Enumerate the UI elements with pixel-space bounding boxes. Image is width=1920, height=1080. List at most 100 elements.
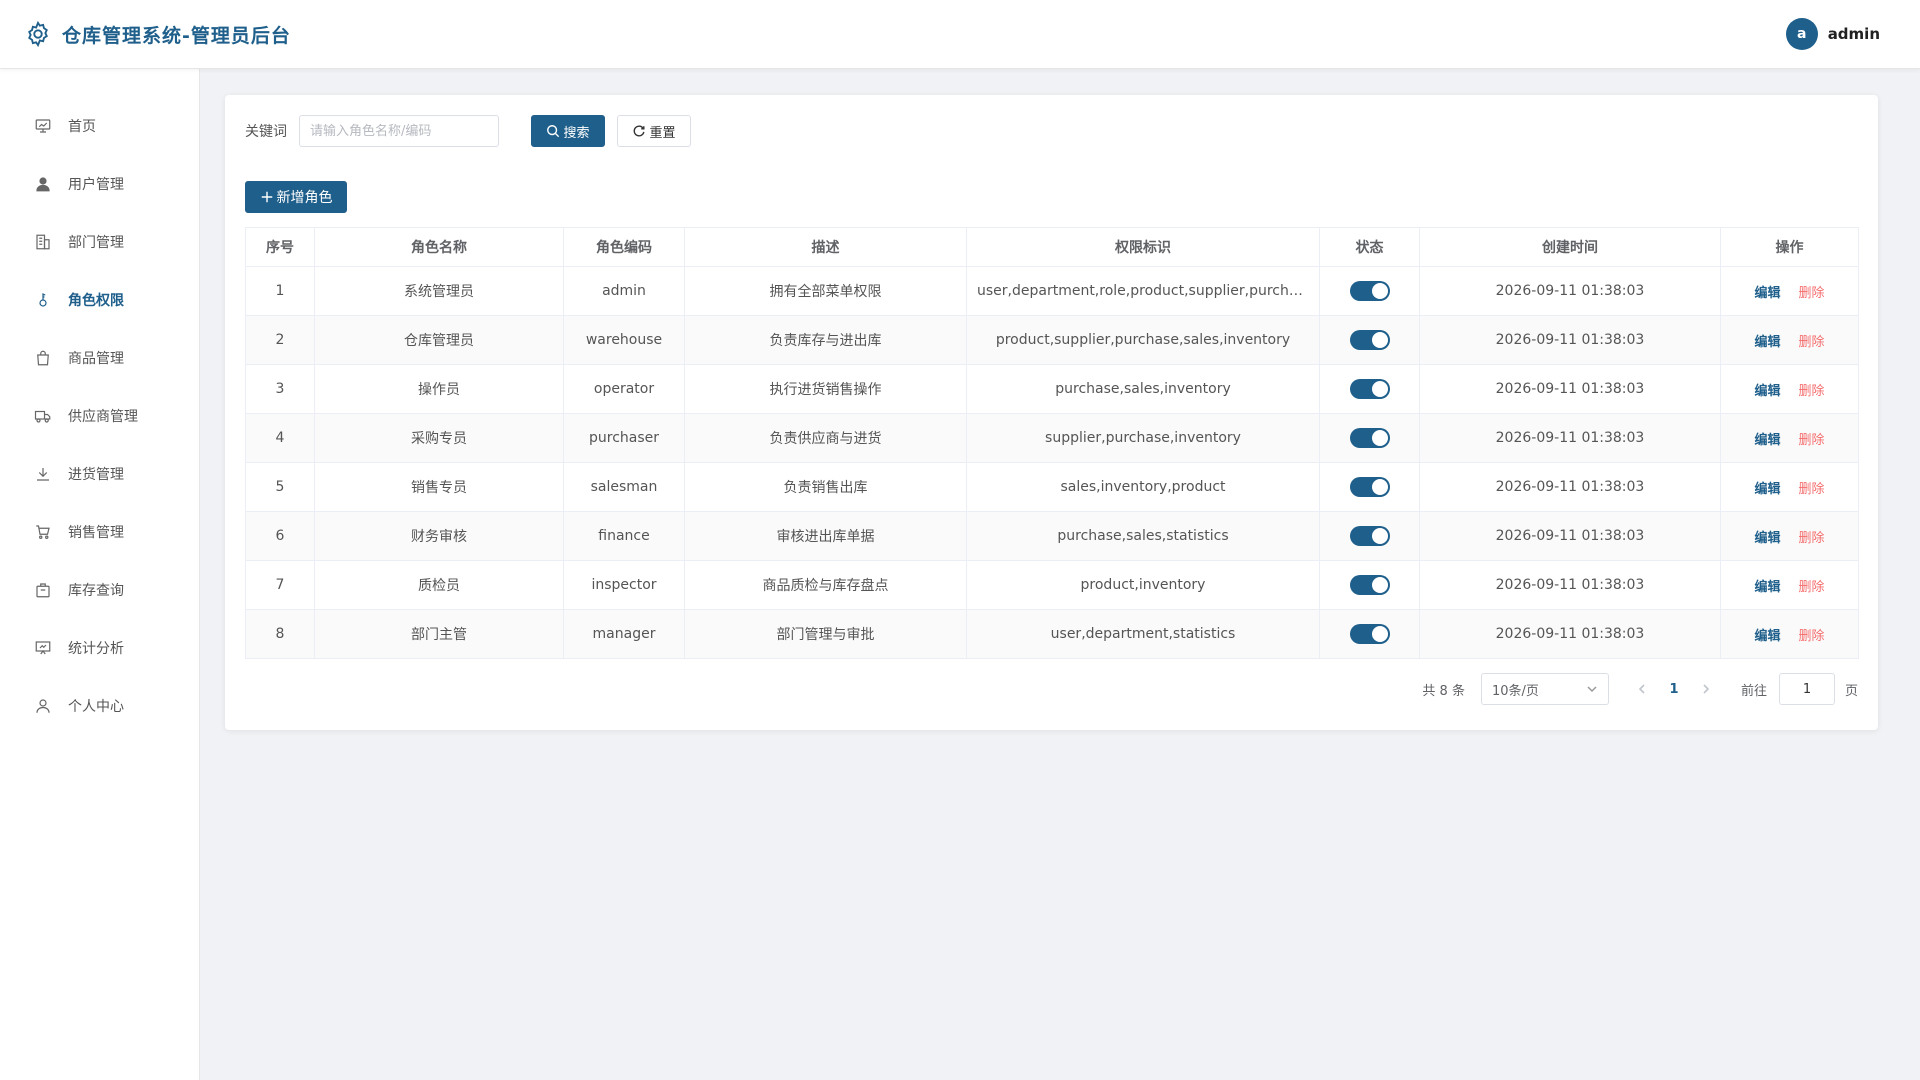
page-size-select[interactable]: 10条/页: [1480, 673, 1609, 705]
pagination: 共 8 条 10条/页 1 前往 页: [245, 673, 1858, 705]
cell-status: [1319, 511, 1420, 561]
delete-link[interactable]: 删除: [1799, 580, 1825, 595]
cell-description: 负责库存与进出库: [684, 315, 967, 365]
edit-link[interactable]: 编辑: [1754, 580, 1780, 595]
cart-icon: [36, 525, 50, 539]
status-toggle[interactable]: [1349, 330, 1390, 350]
user-menu[interactable]: a admin: [1785, 18, 1880, 50]
status-toggle[interactable]: [1349, 526, 1390, 546]
sidebar-item-inventory[interactable]: 库存查询: [0, 561, 199, 619]
sidebar-item-label: 销售管理: [68, 525, 124, 541]
cell-role-code: salesman: [563, 462, 685, 512]
cell-actions: 编辑 删除: [1720, 462, 1859, 512]
delete-link[interactable]: 删除: [1799, 482, 1825, 497]
status-toggle[interactable]: [1349, 575, 1390, 595]
status-toggle[interactable]: [1349, 477, 1390, 497]
sidebar-item-label: 首页: [68, 119, 96, 135]
cell-index: 5: [245, 462, 315, 512]
delete-link[interactable]: 删除: [1799, 384, 1825, 399]
status-toggle[interactable]: [1349, 379, 1390, 399]
cell-status: [1319, 266, 1420, 316]
keyword-input[interactable]: [299, 115, 499, 147]
add-role-button-label: 新增角色: [276, 190, 333, 206]
status-toggle[interactable]: [1349, 281, 1390, 301]
status-toggle[interactable]: [1349, 428, 1390, 448]
sidebar-item-purchasing[interactable]: 进货管理: [0, 445, 199, 503]
cell-role-name: 仓库管理员: [314, 315, 564, 365]
table-row: 3 操作员 operator 执行进货销售操作 purchase,sales,inven…: [245, 364, 1859, 414]
sidebar-item-sales[interactable]: 销售管理: [0, 503, 199, 561]
sidebar-item-departments[interactable]: 部门管理: [0, 213, 199, 271]
edit-link[interactable]: 编辑: [1754, 629, 1780, 644]
cell-description: 部门管理与审批: [684, 609, 967, 659]
prev-page-button[interactable]: [1627, 683, 1657, 695]
truck-icon: [34, 410, 51, 423]
download-icon: [37, 468, 49, 481]
avatar[interactable]: a: [1785, 18, 1818, 50]
cell-actions: 编辑 删除: [1720, 266, 1859, 316]
sidebar-item-label: 角色权限: [68, 293, 124, 309]
role-management-card: 关键词 搜索 重置 新增角色 序号 角色名称 角色编码 描述 权限标识 状态: [225, 95, 1878, 730]
column-header: 创建时间: [1419, 227, 1721, 267]
status-toggle[interactable]: [1349, 624, 1390, 644]
add-role-button[interactable]: 新增角色: [245, 181, 347, 213]
delete-link[interactable]: 删除: [1799, 629, 1825, 644]
edit-link[interactable]: 编辑: [1754, 433, 1780, 448]
sidebar-item-products[interactable]: 商品管理: [0, 329, 199, 387]
sidebar-item-home[interactable]: 首页: [0, 97, 199, 155]
edit-link[interactable]: 编辑: [1754, 286, 1780, 301]
cell-created-time: 2026-09-11 01:38:03: [1419, 266, 1721, 316]
next-page-button[interactable]: [1691, 683, 1721, 695]
app-title: 仓库管理系统-管理员后台: [62, 24, 291, 47]
cell-description: 负责供应商与进货: [684, 413, 967, 463]
user-filled-icon: [36, 177, 50, 192]
goto-page-input[interactable]: [1778, 673, 1835, 705]
column-header: 操作: [1720, 227, 1859, 267]
sidebar-item-profile[interactable]: 个人中心: [0, 677, 199, 735]
cell-permissions: purchase,sales,inventory: [966, 364, 1320, 414]
cell-role-name: 部门主管: [314, 609, 564, 659]
cell-role-name: 质检员: [314, 560, 564, 610]
delete-link[interactable]: 删除: [1799, 531, 1825, 546]
cell-actions: 编辑 删除: [1720, 413, 1859, 463]
column-header: 角色名称: [314, 227, 564, 267]
cell-index: 6: [245, 511, 315, 561]
cell-actions: 编辑 删除: [1720, 364, 1859, 414]
sidebar-item-users[interactable]: 用户管理: [0, 155, 199, 213]
cell-role-code: operator: [563, 364, 685, 414]
edit-link[interactable]: 编辑: [1754, 482, 1780, 497]
cell-permissions: purchase,sales,statistics: [966, 511, 1320, 561]
cell-index: 8: [245, 609, 315, 659]
sidebar-item-label: 用户管理: [68, 177, 124, 193]
delete-link[interactable]: 删除: [1799, 335, 1825, 350]
cell-actions: 编辑 删除: [1720, 511, 1859, 561]
cell-role-code: inspector: [563, 560, 685, 610]
cell-role-name: 销售专员: [314, 462, 564, 512]
table-row: 8 部门主管 manager 部门管理与审批 user,department,stati…: [245, 609, 1859, 659]
cell-created-time: 2026-09-11 01:38:03: [1419, 462, 1721, 512]
gear-icon: [28, 20, 48, 48]
table-row: 6 财务审核 finance 审核进出库单据 purchase,sales,statis…: [245, 511, 1859, 561]
sidebar-item-statistics[interactable]: 统计分析: [0, 619, 199, 677]
cell-status: [1319, 364, 1420, 414]
chevron-down-icon: [1587, 686, 1597, 693]
sidebar-item-label: 供应商管理: [68, 409, 138, 425]
delete-link[interactable]: 删除: [1799, 433, 1825, 448]
page-size-value: 10条/页: [1491, 683, 1539, 699]
table-row: 4 采购专员 purchaser 负责供应商与进货 supplier,purchase,…: [245, 413, 1859, 463]
delete-link[interactable]: 删除: [1799, 286, 1825, 301]
cell-index: 3: [245, 364, 315, 414]
search-button[interactable]: 搜索: [531, 115, 605, 147]
edit-link[interactable]: 编辑: [1754, 335, 1780, 350]
sidebar-item-roles[interactable]: 角色权限: [0, 271, 199, 329]
page-number-current[interactable]: 1: [1657, 682, 1691, 697]
edit-link[interactable]: 编辑: [1754, 531, 1780, 546]
username[interactable]: admin: [1828, 25, 1880, 43]
sidebar-item-suppliers[interactable]: 供应商管理: [0, 387, 199, 445]
cell-permissions: user,department,statistics: [966, 609, 1320, 659]
reset-button[interactable]: 重置: [617, 115, 691, 147]
sidebar-item-label: 统计分析: [68, 641, 124, 657]
cell-status: [1319, 560, 1420, 610]
edit-link[interactable]: 编辑: [1754, 384, 1780, 399]
chevron-right-icon: [1703, 684, 1710, 694]
